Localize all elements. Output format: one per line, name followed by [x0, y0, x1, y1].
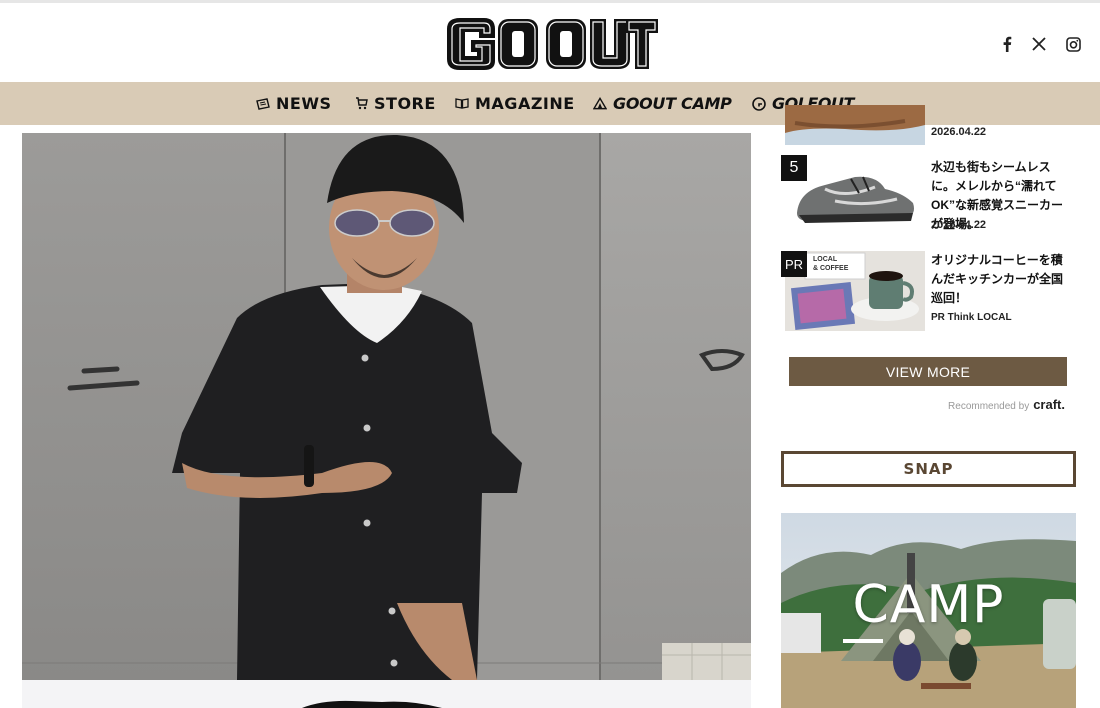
nav-store[interactable]: STORE — [354, 82, 436, 125]
ranking-title: オリジナルコーヒーを積んだキッチンカーが全国巡回！ — [931, 253, 1064, 305]
recommended-by: Recommended by craft. — [948, 397, 1065, 412]
nav-magazine[interactable]: MAGAZINE — [455, 82, 575, 125]
instagram-link[interactable] — [1062, 33, 1084, 55]
next-article-preview[interactable] — [22, 680, 751, 708]
nav-news[interactable]: NEWS — [256, 82, 332, 125]
instagram-icon — [1065, 36, 1081, 52]
facebook-link[interactable] — [996, 33, 1018, 55]
main-nav: NEWS STORE MAGAZINE GOOUT CAMP GOLFOUT — [0, 82, 1100, 125]
ranking-date: 2026.04.22 — [931, 126, 987, 138]
hero-article-image[interactable] — [22, 133, 751, 680]
recommended-by-label: Recommended by — [948, 401, 1030, 412]
nav-goout-camp-label: GOOUT CAMP — [613, 94, 732, 113]
ranking-thumb — [785, 105, 925, 145]
site-logo[interactable] — [446, 17, 658, 71]
nav-store-label: STORE — [374, 94, 436, 113]
next-article-photo — [22, 680, 751, 708]
rank-badge: 5 — [781, 155, 807, 181]
cart-icon — [354, 97, 368, 111]
nav-news-label: NEWS — [276, 94, 332, 113]
camp-banner[interactable]: CAMP — [781, 513, 1076, 708]
ranking-date: 2026.04.22 — [931, 219, 987, 231]
camp-banner-label: CAMP — [852, 575, 1005, 635]
nav-magazine-label: MAGAZINE — [475, 94, 575, 113]
book-icon — [455, 97, 469, 111]
facebook-icon — [1003, 36, 1012, 52]
x-link[interactable] — [1028, 33, 1050, 55]
site-header — [0, 3, 1100, 82]
thumb-caption: LOCAL & COFFEE — [813, 256, 849, 272]
hero-photo — [22, 133, 751, 680]
x-icon — [1032, 37, 1046, 51]
news-icon — [256, 97, 270, 111]
pr-sponsor: PR Think LOCAL — [931, 312, 1012, 323]
snap-button[interactable]: SNAP — [781, 451, 1076, 487]
nav-goout-camp[interactable]: GOOUT CAMP — [593, 82, 732, 125]
sidebar: 2026.04.22 5 水辺も街もシームレスに。メレルから“濡れてOK”な新感… — [780, 105, 1080, 708]
pr-badge: PR — [781, 251, 807, 277]
goout-logo-icon — [446, 17, 658, 71]
view-more-button[interactable]: VIEW MORE — [789, 357, 1067, 386]
tent-icon — [593, 97, 607, 111]
craft-logo-link[interactable]: craft. — [1033, 397, 1065, 412]
golf-icon — [752, 96, 766, 111]
